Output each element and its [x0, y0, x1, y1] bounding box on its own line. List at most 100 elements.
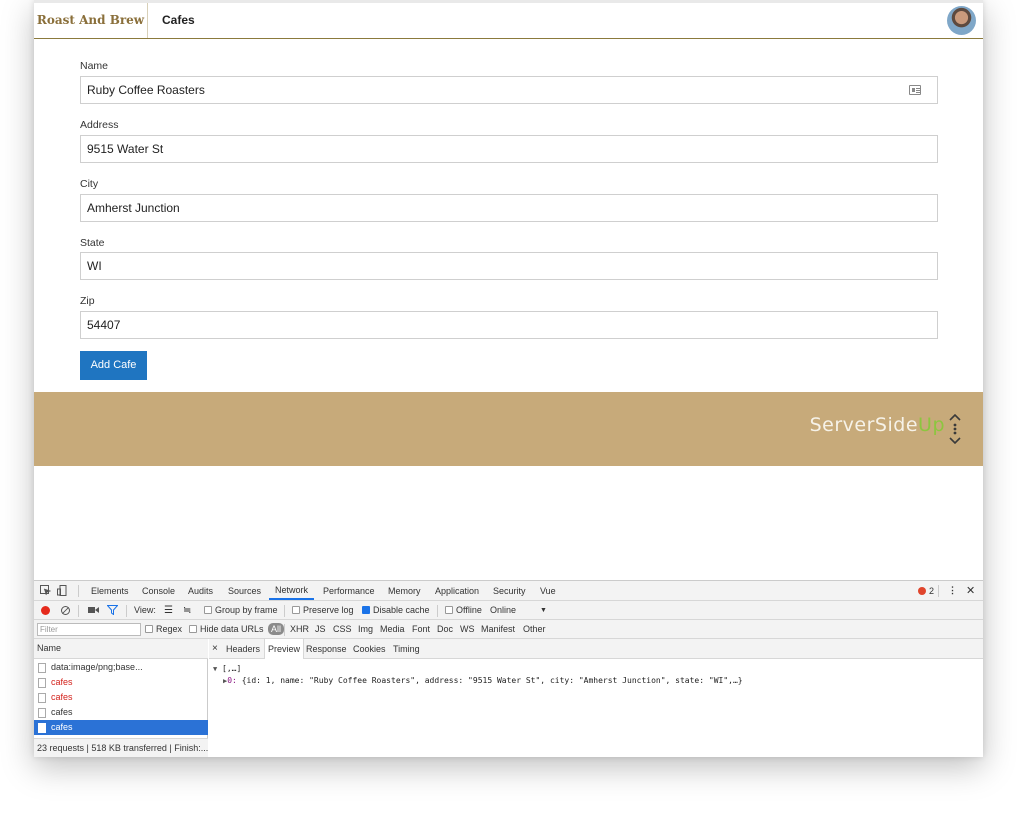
regex-checkbox[interactable]: Regex	[145, 620, 182, 638]
address-field[interactable]: 9515 Water St	[80, 135, 938, 163]
filter-media[interactable]: Media	[380, 620, 405, 638]
record-button[interactable]	[41, 601, 50, 619]
filter-ws[interactable]: WS	[460, 620, 475, 638]
contact-card-icon[interactable]	[909, 85, 921, 95]
json-item: {id: 1, name: "Ruby Coffee Roasters", ad…	[241, 676, 743, 685]
expanded-arrow-icon: ▼	[213, 665, 218, 673]
user-avatar[interactable]	[947, 6, 976, 35]
tab-network[interactable]: Network	[269, 581, 315, 600]
tab-audits[interactable]: Audits	[188, 581, 213, 600]
error-counter[interactable]: 2	[918, 581, 934, 600]
tab-preview[interactable]: Preview	[264, 639, 305, 659]
requests-pane: Name data:image/png;base... cafes cafes …	[34, 639, 208, 757]
request-detail-pane: × Headers Preview Response Cookies Timin…	[209, 639, 983, 757]
name-value: Ruby Coffee Roasters	[87, 83, 205, 97]
nav-item-cafes[interactable]: Cafes	[162, 3, 195, 38]
zip-label: Zip	[80, 295, 95, 307]
state-value: WI	[87, 259, 102, 273]
city-field[interactable]: Amherst Junction	[80, 194, 938, 222]
request-name: cafes	[51, 677, 73, 687]
state-field[interactable]: WI	[80, 252, 938, 280]
filter-img[interactable]: Img	[358, 620, 373, 638]
request-row[interactable]: cafes	[34, 675, 208, 690]
tab-sources[interactable]: Sources	[228, 581, 261, 600]
browser-window: Roast And Brew Cafes Name Ruby Coffee Ro…	[34, 0, 983, 757]
filter-input[interactable]: Filter	[37, 623, 141, 636]
name-label: Name	[80, 60, 109, 72]
name-field[interactable]: Ruby Coffee Roasters	[80, 76, 938, 104]
device-toolbar-icon[interactable]	[57, 585, 68, 596]
tab-console[interactable]: Console	[142, 581, 175, 600]
json-root-line[interactable]: ▼ [,…]	[213, 663, 743, 675]
clear-button[interactable]	[61, 601, 70, 619]
regex-label: Regex	[156, 624, 183, 634]
city-value: Amherst Junction	[87, 201, 180, 215]
tab-memory[interactable]: Memory	[388, 581, 421, 600]
error-count: 2	[929, 585, 935, 596]
more-options-icon[interactable]: ⋮	[948, 581, 957, 600]
filter-manifest[interactable]: Manifest	[481, 620, 515, 638]
zip-value: 54407	[87, 318, 121, 332]
close-icon[interactable]: ✕	[966, 581, 975, 600]
disable-cache-checkbox[interactable]: Disable cache	[362, 601, 430, 619]
hide-data-urls-checkbox[interactable]: Hide data URLs	[189, 620, 264, 638]
tab-headers[interactable]: Headers	[226, 639, 260, 659]
close-detail-icon[interactable]: ×	[212, 639, 218, 659]
address-value: 9515 Water St	[87, 142, 164, 156]
waterfall-icon[interactable]: ≒	[183, 601, 191, 619]
filter-other[interactable]: Other	[523, 620, 546, 638]
add-cafe-button[interactable]: Add Cafe	[80, 351, 147, 380]
request-name: data:image/png;base...	[51, 662, 143, 672]
request-row[interactable]: data:image/png;base...	[34, 660, 208, 675]
disable-cache-label: Disable cache	[373, 605, 430, 615]
tab-response[interactable]: Response	[306, 639, 347, 659]
tab-elements[interactable]: Elements	[91, 581, 129, 600]
preserve-log-checkbox[interactable]: Preserve log	[292, 601, 354, 619]
throttling-value: Online	[490, 605, 517, 615]
requests-name-header[interactable]: Name	[34, 639, 208, 659]
filter-all-button[interactable]: All	[268, 620, 285, 638]
tab-application[interactable]: Application	[435, 581, 479, 600]
request-row[interactable]: cafes	[34, 690, 208, 705]
inspect-element-icon[interactable]	[40, 585, 51, 596]
group-by-frame-checkbox[interactable]: Group by frame	[204, 601, 278, 619]
filter-doc[interactable]: Doc	[437, 620, 453, 638]
request-row[interactable]: cafes	[34, 705, 208, 720]
state-label: State	[80, 237, 105, 249]
filter-css[interactable]: CSS	[333, 620, 352, 638]
request-row-selected[interactable]: cafes	[34, 720, 208, 735]
filter-font[interactable]: Font	[412, 620, 430, 638]
all-pill: All	[268, 623, 285, 635]
offline-label: Offline	[456, 605, 482, 615]
throttling-select[interactable]: Online ▼	[490, 601, 547, 619]
screenshot-camera-icon[interactable]	[88, 606, 99, 614]
group-by-frame-label: Group by frame	[215, 605, 278, 615]
filter-xhr[interactable]: XHR	[290, 620, 309, 638]
image-file-icon	[38, 663, 46, 673]
detail-tab-bar: × Headers Preview Response Cookies Timin…	[209, 639, 983, 659]
zip-field[interactable]: 54407	[80, 311, 938, 339]
tab-timing[interactable]: Timing	[393, 639, 420, 659]
json-root: [,…]	[222, 664, 242, 673]
tab-vue[interactable]: Vue	[540, 581, 556, 600]
view-label: View:	[134, 605, 156, 615]
tab-cookies[interactable]: Cookies	[353, 639, 386, 659]
devtools-tab-bar: Elements Console Audits Sources Network …	[34, 581, 983, 601]
tab-security[interactable]: Security	[493, 581, 526, 600]
brand-logo[interactable]: Roast And Brew	[34, 3, 148, 38]
up-down-arrows-icon	[949, 414, 961, 444]
preserve-log-label: Preserve log	[303, 605, 354, 615]
error-icon	[918, 586, 926, 595]
offline-checkbox[interactable]: Offline	[445, 601, 482, 619]
network-filter-bar: Filter Regex Hide data URLs All XHR JS C…	[34, 620, 983, 639]
network-status-bar: 23 requests | 518 KB transferred | Finis…	[34, 738, 208, 757]
json-item-line[interactable]: ▶0: {id: 1, name: "Ruby Coffee Roasters"…	[213, 675, 743, 687]
tab-performance[interactable]: Performance	[323, 581, 375, 600]
large-rows-icon[interactable]: ☰	[164, 601, 173, 619]
serversideup-logo[interactable]: ServerSideUp	[810, 414, 945, 436]
address-label: Address	[80, 119, 119, 131]
filter-funnel-icon[interactable]	[107, 605, 118, 615]
filter-js[interactable]: JS	[315, 620, 326, 638]
request-name: cafes	[51, 722, 73, 732]
json-preview: ▼ [,…] ▶0: {id: 1, name: "Ruby Coffee Ro…	[213, 663, 743, 687]
